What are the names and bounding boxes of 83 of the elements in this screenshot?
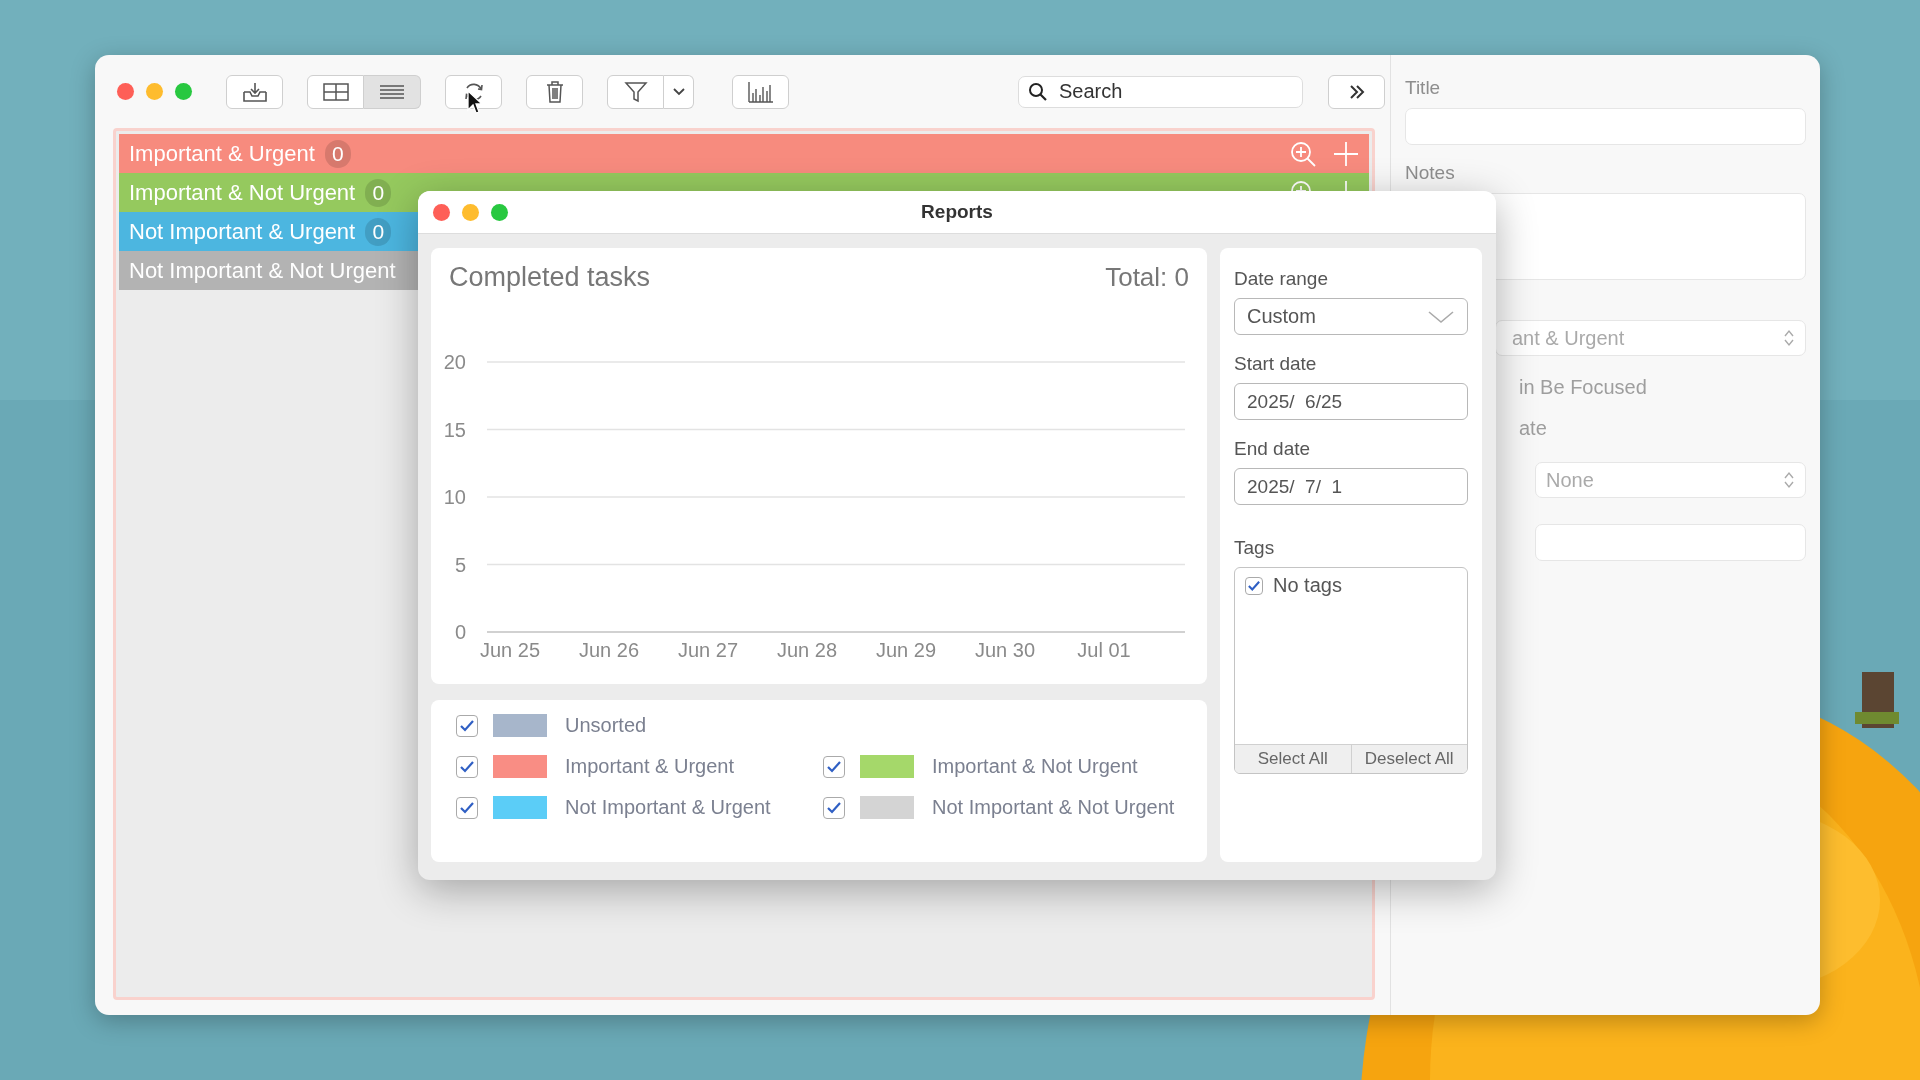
search-field[interactable]: Search	[1018, 75, 1303, 108]
check-icon	[826, 759, 842, 774]
zoom-button[interactable]	[175, 83, 192, 100]
select-button[interactable]: Deselect All	[1350, 745, 1467, 773]
category-name: Not Important & Not Urgent	[129, 257, 396, 284]
count-badge: 0	[365, 217, 392, 246]
reports-button[interactable]	[732, 74, 789, 109]
legend-label: Unsorted	[565, 714, 647, 737]
select-button[interactable]: Select All	[1235, 745, 1351, 773]
start-date-field[interactable]: 2025/ 6/25	[1234, 383, 1468, 420]
x-tick-label: Jun 26	[579, 639, 640, 661]
x-tick-label: Jul 01	[1077, 639, 1131, 661]
delete-button[interactable]	[526, 74, 583, 109]
check-icon	[826, 800, 842, 815]
checkbox[interactable]	[456, 796, 478, 819]
count-badge: 0	[365, 178, 392, 207]
end-date-field[interactable]: 2025/ 7/ 1	[1234, 468, 1468, 505]
bar-chart-icon	[747, 80, 774, 103]
x-tick-label: Jun 25	[479, 639, 541, 661]
inbox-icon	[240, 80, 269, 103]
y-tick-label: 10	[443, 486, 466, 508]
legend-label: Important & Not Urgent	[932, 755, 1138, 778]
legend-label: Not Important & Urgent	[565, 796, 771, 819]
checkbox[interactable]	[823, 755, 845, 778]
stepper-icon	[1783, 470, 1795, 490]
x-tick-label: Jun 30	[975, 639, 1036, 661]
y-tick-label: 20	[443, 351, 466, 373]
count-badge: 0	[324, 139, 351, 168]
end-date-label: End date	[1234, 438, 1312, 460]
expand-button[interactable]	[1328, 74, 1385, 109]
check-icon	[459, 718, 475, 733]
zoom-in-icon[interactable]	[1289, 139, 1317, 168]
category-name: Important & Not Urgent	[129, 179, 356, 206]
checkbox[interactable]	[456, 714, 478, 737]
chevron-down-icon	[671, 86, 686, 97]
list-view-button[interactable]	[364, 74, 421, 109]
category-name: Not Important & Urgent	[129, 218, 356, 245]
total-count: Total: 0	[1105, 262, 1189, 294]
list-icon	[379, 83, 405, 100]
zoom-button[interactable]	[491, 203, 508, 221]
notes-label: Notes	[1405, 162, 1456, 184]
date-label: ate	[1519, 417, 1548, 440]
legend-label: Not Important & Not Urgent	[932, 796, 1175, 819]
y-tick-label: 0	[454, 621, 466, 643]
check-icon	[459, 759, 475, 774]
chevron-down-icon	[1427, 309, 1455, 324]
window-title: Reports	[920, 201, 994, 223]
refresh-button[interactable]	[445, 74, 502, 109]
check-icon	[459, 800, 475, 815]
title-field[interactable]	[1405, 108, 1806, 145]
start-date-label: Start date	[1234, 353, 1318, 375]
tag-name: No tags	[1273, 574, 1342, 597]
inbox-button[interactable]	[226, 74, 283, 109]
category-name: Important & Urgent	[129, 140, 315, 167]
filter-icon	[623, 79, 648, 104]
x-tick-label: Jun 27	[678, 639, 739, 661]
date-range-label: Date range	[1234, 268, 1329, 290]
category-row[interactable]: Important & Urgent 0	[119, 134, 1369, 173]
trash-icon	[544, 79, 565, 104]
search-icon	[1028, 81, 1048, 102]
y-tick-label: 15	[443, 418, 466, 441]
tags-label: Tags	[1234, 537, 1276, 559]
focus-label: in Be Focused	[1519, 376, 1648, 399]
x-tick-label: Jun 28	[777, 639, 838, 661]
stepper-icon	[1783, 328, 1795, 348]
checkbox[interactable]	[456, 755, 478, 778]
grid-icon	[322, 82, 349, 101]
legend-label: Important & Urgent	[565, 755, 734, 778]
date-range-select[interactable]: Custom	[1234, 298, 1468, 335]
close-button[interactable]	[433, 203, 450, 221]
add-icon[interactable]	[1333, 140, 1359, 167]
check-icon	[1247, 579, 1261, 592]
filter-menu-button[interactable]	[664, 74, 694, 109]
chart-title: Completed tasks	[449, 262, 651, 294]
grid-view-button[interactable]	[307, 74, 364, 109]
close-button[interactable]	[117, 83, 134, 100]
checkbox[interactable]	[1245, 576, 1263, 595]
x-tick-label: Jun 29	[876, 639, 937, 661]
y-tick-label: 5	[454, 553, 466, 576]
title-label: Title	[1405, 77, 1442, 99]
checkbox[interactable]	[823, 796, 845, 819]
text-field[interactable]	[1535, 524, 1806, 561]
filter-button[interactable]	[607, 74, 664, 109]
